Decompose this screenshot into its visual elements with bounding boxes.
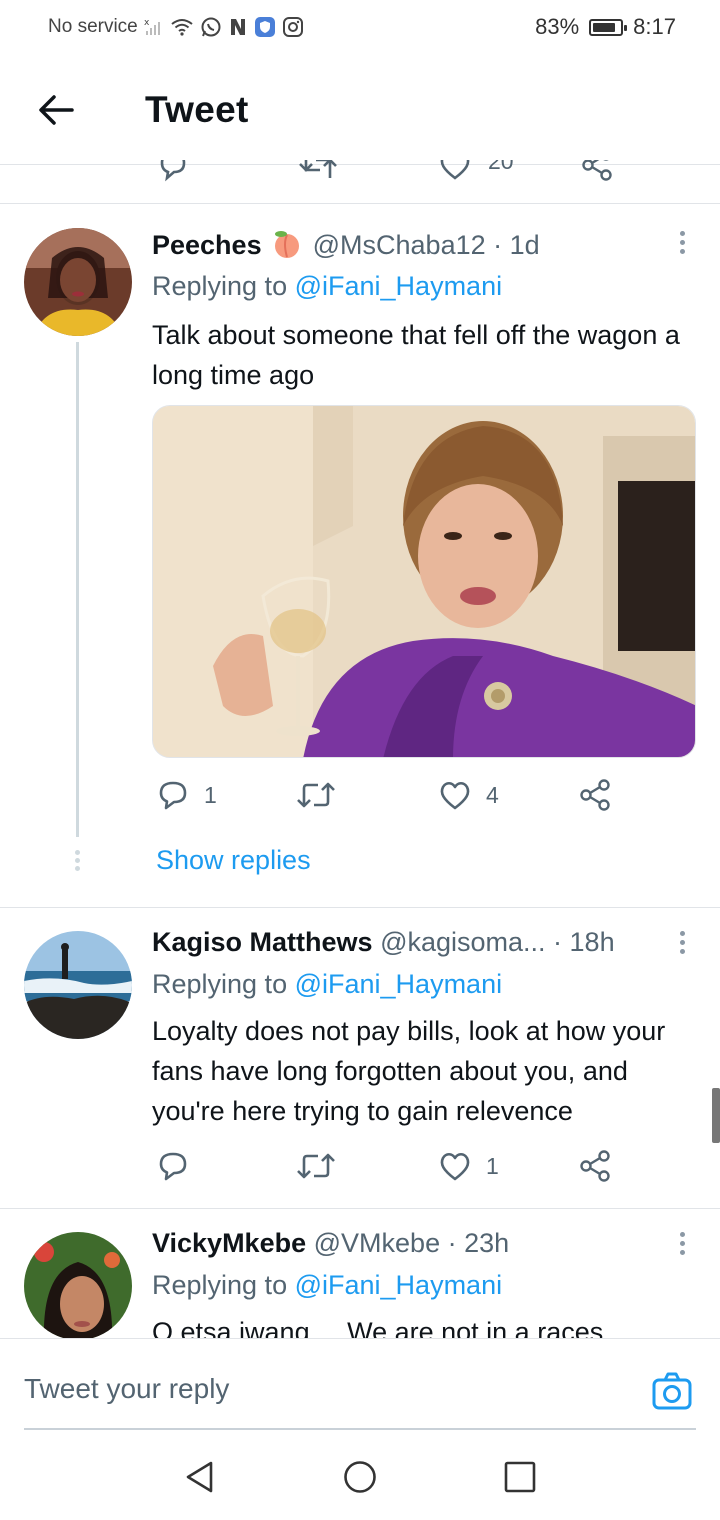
tweet-actions: 1 4 bbox=[152, 778, 622, 818]
retweet-icon bbox=[297, 782, 335, 808]
battery-icon bbox=[589, 18, 628, 36]
replying-prefix: Replying to bbox=[152, 271, 288, 301]
heart-icon bbox=[440, 781, 470, 810]
tweet-author-line: VickyMkebe @VMkebe · 23h bbox=[152, 1228, 509, 1259]
like-button[interactable]: 4 bbox=[438, 778, 499, 812]
svg-text:x: x bbox=[144, 18, 150, 28]
more-options-icon[interactable] bbox=[678, 1232, 686, 1258]
thread-dots bbox=[75, 850, 80, 874]
share-button[interactable] bbox=[578, 778, 612, 812]
like-count: 4 bbox=[486, 781, 499, 808]
share-button[interactable] bbox=[578, 1149, 612, 1183]
tweet-author-line: Peeches @MsChaba12 · 1d bbox=[152, 229, 540, 266]
tweet-image[interactable] bbox=[152, 405, 696, 758]
tweet-text: O etsa iwang.... We are not in a races bbox=[152, 1317, 604, 1338]
reply-icon bbox=[159, 781, 187, 810]
replying-to-link[interactable]: @iFani_Haymani bbox=[295, 969, 502, 999]
share-icon[interactable] bbox=[580, 160, 614, 182]
handle[interactable]: @kagisoma... bbox=[380, 927, 545, 957]
replying-prefix: Replying to bbox=[152, 969, 288, 999]
timestamp: · 18h bbox=[553, 927, 615, 957]
handle[interactable]: @MsChaba12 bbox=[313, 230, 486, 260]
like-count: 1 bbox=[486, 1152, 499, 1179]
replying-to-link[interactable]: @iFani_Haymani bbox=[295, 271, 502, 301]
share-icon bbox=[580, 779, 610, 811]
reply-button[interactable]: 1 bbox=[156, 778, 217, 812]
like-count: 20 bbox=[488, 160, 514, 174]
timestamp: · 23h bbox=[447, 1228, 510, 1258]
page-title: Tweet bbox=[145, 89, 249, 130]
avatar[interactable] bbox=[24, 1232, 132, 1338]
timestamp: · 1d bbox=[493, 230, 540, 260]
show-replies-link[interactable]: Show replies bbox=[156, 845, 311, 876]
netflix-icon bbox=[230, 19, 245, 35]
avatar[interactable] bbox=[24, 931, 132, 1039]
peach-emoji bbox=[271, 229, 303, 266]
reply-icon bbox=[159, 1152, 187, 1181]
replying-to: Replying to @iFani_Haymani bbox=[152, 271, 502, 302]
nav-home-icon[interactable] bbox=[343, 1460, 377, 1494]
reply-input[interactable]: Tweet your reply bbox=[24, 1373, 229, 1405]
tweet-card[interactable]: Kagiso Matthews @kagisoma... · 18h Reply… bbox=[0, 909, 720, 1209]
clock: 8:17 bbox=[633, 14, 676, 39]
retweet-icon bbox=[297, 1153, 335, 1179]
reply-button[interactable] bbox=[156, 1149, 204, 1183]
status-bar: No service x 83% 8:17 bbox=[0, 0, 720, 58]
display-name[interactable]: Peeches bbox=[152, 230, 262, 260]
retweet-button[interactable] bbox=[296, 1149, 336, 1183]
arrow-left-icon[interactable] bbox=[36, 90, 76, 130]
signal-icon: x bbox=[144, 18, 160, 35]
carrier-label: No service bbox=[48, 16, 138, 37]
system-nav-bar bbox=[0, 1430, 720, 1520]
instagram-icon bbox=[282, 17, 303, 37]
nav-back-icon[interactable] bbox=[183, 1460, 217, 1494]
like-button[interactable]: 1 bbox=[438, 1149, 499, 1183]
scrollbar-thumb[interactable] bbox=[712, 1088, 720, 1143]
more-options-icon[interactable] bbox=[678, 931, 686, 957]
heart-icon bbox=[440, 1152, 470, 1181]
battery-percent: 83% bbox=[535, 14, 580, 39]
tweet-text: Loyalty does not pay bills, look at how … bbox=[152, 1016, 666, 1126]
more-options-icon[interactable] bbox=[678, 231, 686, 257]
camera-icon[interactable] bbox=[652, 1371, 692, 1411]
previous-tweet-actions: 20 bbox=[0, 160, 720, 204]
shield-app-icon bbox=[254, 17, 275, 37]
top-app-bar: Tweet bbox=[0, 58, 720, 165]
retweet-button[interactable] bbox=[296, 778, 336, 812]
tweet-author-line: Kagiso Matthews @kagisoma... · 18h bbox=[152, 927, 615, 958]
whatsapp-icon bbox=[201, 17, 221, 37]
share-icon bbox=[580, 1150, 610, 1182]
tweet-actions: 1 bbox=[152, 1149, 622, 1189]
tweet-text: Talk about someone that fell off the wag… bbox=[152, 320, 680, 390]
thread-line bbox=[76, 342, 79, 837]
display-name[interactable]: VickyMkebe bbox=[152, 1228, 306, 1258]
reply-count: 1 bbox=[204, 781, 217, 808]
reply-icon[interactable] bbox=[156, 160, 190, 182]
replying-to-link[interactable]: @iFani_Haymani bbox=[295, 1270, 502, 1300]
display-name[interactable]: Kagiso Matthews bbox=[152, 927, 373, 957]
replying-to: Replying to @iFani_Haymani bbox=[152, 1270, 502, 1301]
tweet-card[interactable]: VickyMkebe @VMkebe · 23h Replying to @iF… bbox=[0, 1210, 720, 1338]
reply-composer[interactable]: Tweet your reply bbox=[0, 1338, 720, 1430]
wifi-icon bbox=[171, 19, 193, 36]
replying-to: Replying to @iFani_Haymani bbox=[152, 969, 502, 1000]
replying-prefix: Replying to bbox=[152, 1270, 288, 1300]
handle[interactable]: @VMkebe bbox=[314, 1228, 440, 1258]
heart-icon[interactable] bbox=[438, 160, 472, 182]
avatar[interactable] bbox=[24, 228, 132, 336]
retweet-icon[interactable] bbox=[298, 160, 338, 182]
nav-recents-icon[interactable] bbox=[503, 1460, 537, 1494]
